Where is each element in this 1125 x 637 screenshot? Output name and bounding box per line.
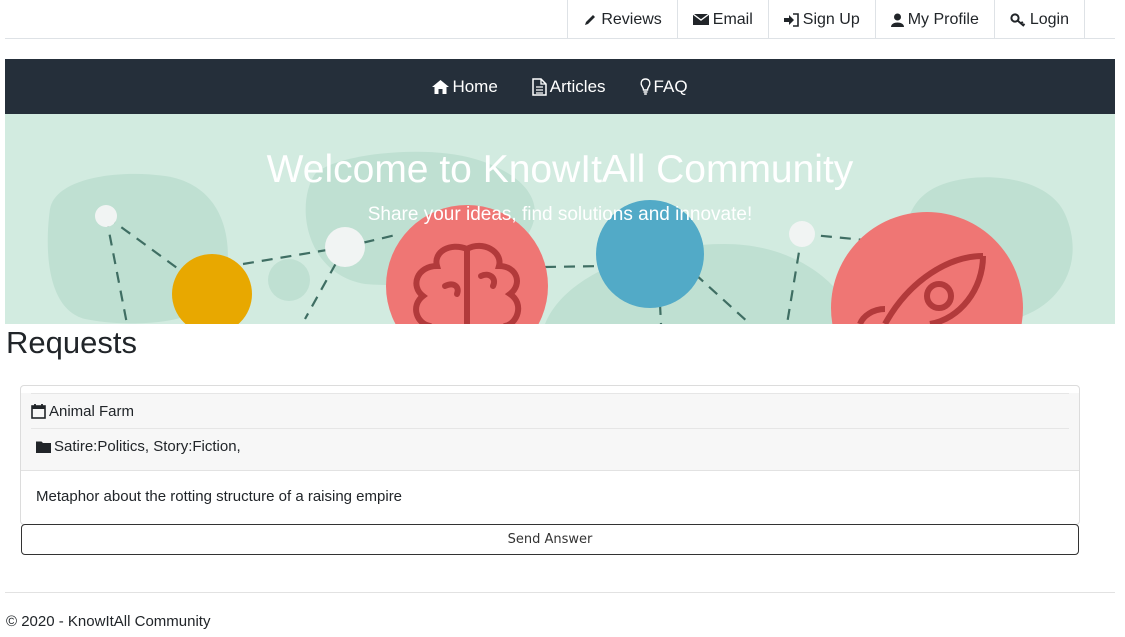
- request-tags-row: Satire:Politics, Story:Fiction,: [31, 428, 1069, 463]
- reviews-label: Reviews: [601, 10, 662, 28]
- request-title-row: Animal Farm: [31, 393, 1069, 428]
- login-label: Login: [1029, 10, 1069, 28]
- nav-home[interactable]: Home: [432, 76, 498, 97]
- request-description: Metaphor about the rotting structure of …: [36, 488, 403, 505]
- footer-divider: [5, 592, 1115, 593]
- nav-home-label: Home: [452, 76, 498, 96]
- user-icon: [890, 13, 904, 27]
- banner-title: Welcome to KnowItAll Community: [266, 148, 854, 191]
- folder-icon: [36, 441, 51, 453]
- reviews-link[interactable]: Reviews: [567, 0, 676, 39]
- top-user-nav: Reviews Email Sign Up My Profile Login: [5, 0, 1115, 39]
- login-link[interactable]: Login: [993, 0, 1085, 39]
- banner-subtitle: Share your ideas, find solutions and inn…: [367, 204, 753, 225]
- nav-articles[interactable]: Articles: [532, 77, 606, 97]
- request-card-header: Animal Farm Satire:Politics, Story:Ficti…: [21, 393, 1079, 471]
- send-answer-button[interactable]: Send Answer: [21, 524, 1079, 555]
- request-card: Animal Farm Satire:Politics, Story:Ficti…: [20, 385, 1080, 525]
- page-title: Requests: [6, 325, 137, 360]
- my-profile-link[interactable]: My Profile: [874, 0, 994, 39]
- email-link[interactable]: Email: [676, 0, 768, 39]
- sign-up-link[interactable]: Sign Up: [767, 0, 875, 39]
- request-title: Animal Farm: [49, 402, 135, 420]
- home-icon: [432, 79, 450, 94]
- key-icon: [1010, 12, 1026, 27]
- lightbulb-icon: [639, 78, 651, 95]
- footer-copyright: © 2020 - KnowItAll Community: [6, 613, 211, 630]
- email-label: Email: [712, 10, 753, 28]
- top-nav-links: Reviews Email Sign Up My Profile Login: [567, 0, 1085, 39]
- file-icon: [532, 77, 547, 96]
- main-navbar: Home Articles FAQ: [5, 59, 1115, 114]
- my-profile-label: My Profile: [907, 10, 979, 28]
- nav-articles-label: Articles: [549, 76, 606, 96]
- nav-faq-label: FAQ: [653, 76, 688, 96]
- pencil-icon: [585, 14, 596, 25]
- sign-in-icon: [783, 12, 799, 27]
- sign-up-label: Sign Up: [802, 10, 860, 28]
- hero-banner: Welcome to KnowItAll Community Share you…: [5, 114, 1115, 324]
- nav-faq[interactable]: FAQ: [639, 76, 688, 97]
- calendar-icon: [31, 404, 46, 419]
- envelope-icon: [692, 13, 709, 25]
- request-tags: Satire:Politics, Story:Fiction,: [54, 437, 241, 455]
